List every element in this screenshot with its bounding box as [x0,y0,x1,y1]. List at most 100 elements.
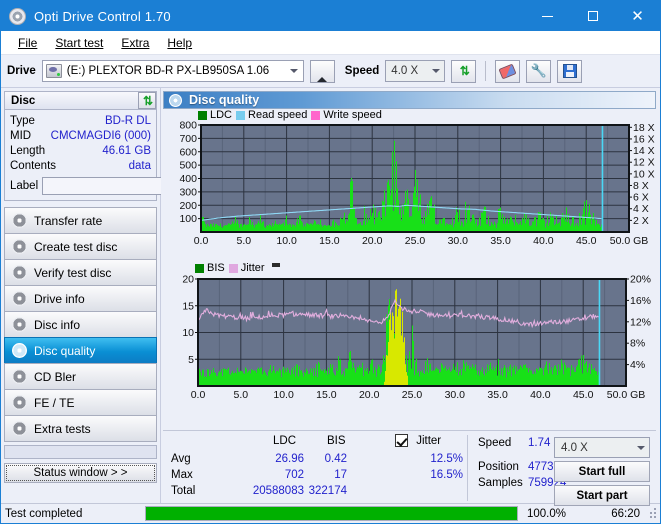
sidebar-item-disc-info[interactable]: Disc info [4,311,157,338]
svg-text:10 X: 10 X [633,168,655,180]
menu-extra-label: Extra [121,35,150,50]
erase-button[interactable] [495,59,521,83]
main-panel: Disc quality LDC Read speed Write speed … [161,88,660,506]
svg-text:12%: 12% [630,316,651,328]
legend-label: BIS [207,262,225,274]
svg-text:5.0: 5.0 [236,235,251,247]
svg-text:8%: 8% [630,338,645,350]
tools-button[interactable]: 🔧 [526,59,552,83]
sidebar-item-cd-bler[interactable]: CD Bler [4,363,157,390]
sidebar-item-create-test-disc[interactable]: Create test disc [4,233,157,260]
refresh-icon: ⇅ [142,93,153,108]
svg-text:400: 400 [179,173,197,185]
drive-label: Drive [7,65,36,77]
disc-quality-icon [169,93,182,107]
disc-icon [12,265,27,280]
sidebar-item-label: Disc quality [34,343,96,358]
legend-read-speed: Read speed [236,109,307,121]
stats-ldc-total: 20588083 [252,485,304,497]
disc-quality-header: Disc quality [163,91,656,109]
legend-bis: BIS [195,262,225,274]
test-speed-select[interactable]: 4.0 X [554,437,650,458]
stats-bis-max: 17 [334,469,347,481]
sidebar-item-verify-test-disc[interactable]: Verify test disc [4,259,157,286]
disc-icon [12,369,27,384]
disc-mid-value: CMCMAGDI6 (000) [50,129,151,142]
disc-row-contents: Contents data [10,158,151,173]
svg-text:700: 700 [179,133,197,145]
ldc-chart-canvas: 100200 300400500 600700800 2 X4 X6 X8 X10 X… [179,120,655,248]
jitter-checkbox[interactable] [395,434,408,447]
stats-ldc-max: 702 [284,469,304,481]
svg-text:200: 200 [179,200,197,212]
svg-text:600: 600 [179,146,197,158]
disc-row-mid: MID CMCMAGDI6 (000) [10,128,151,143]
drive-icon [45,64,62,78]
drive-select[interactable]: (E:) PLEXTOR BD-R PX-LB950SA 1.06 [41,60,304,82]
stats-jitter-max: 16.5% [430,469,463,481]
stats-row-max-label: Max [171,469,193,481]
legend-label: Write speed [323,109,382,121]
minimize-button[interactable] [525,1,570,31]
menu-extra[interactable]: Extra [112,33,158,53]
disc-label-row: Label [10,176,252,196]
svg-text:4%: 4% [630,359,645,371]
close-button[interactable]: ✕ [615,1,660,31]
disc-refresh-button[interactable]: ⇅ [138,92,156,109]
refresh-button[interactable]: ⇅ [451,59,477,83]
stats-header-bis: BIS [327,435,346,447]
progress-bar [145,506,518,521]
save-icon [562,64,577,78]
svg-text:40.0: 40.0 [530,389,551,401]
disc-icon [12,343,27,358]
sidebar-item-drive-info[interactable]: Drive info [4,285,157,312]
sidebar-spacer [4,445,157,459]
elapsed-time: 66:20 [611,507,640,520]
disc-type-value: BD-R DL [104,114,151,127]
eject-button[interactable] [309,59,335,83]
disc-icon [12,395,27,410]
drive-select-value: (E:) PLEXTOR BD-R PX-LB950SA 1.06 [66,65,270,77]
speed-select-value: 4.0 X [391,65,419,77]
sidebar-item-extra-tests[interactable]: Extra tests [4,415,157,442]
status-window-button[interactable]: Status window > > [4,463,157,483]
start-full-button[interactable]: Start full [554,461,650,482]
save-button[interactable] [557,59,583,83]
speed-select[interactable]: 4.0 X [385,60,446,82]
svg-text:0.0: 0.0 [191,389,206,401]
charts-container: LDC Read speed Write speed 100 200 300 400 5… [163,109,656,430]
svg-text:800: 800 [179,120,197,132]
menu-file[interactable]: File [9,33,46,53]
drive-chevron-down-icon [286,61,303,81]
svg-text:45.0: 45.0 [576,235,597,247]
svg-text:5: 5 [188,354,194,366]
start-part-button[interactable]: Start part [554,485,650,506]
menu-start-test[interactable]: Start test [46,33,112,53]
svg-text:20.0: 20.0 [359,389,380,401]
disc-row-type: Type BD-R DL [10,113,151,128]
sidebar-item-transfer-rate[interactable]: Transfer rate [4,207,157,234]
statistics-left: LDC BIS Avg 26.96 0.42 Max 702 17 Total … [167,434,467,501]
sidebar-item-label: Verify test disc [34,265,112,280]
page-title: Disc quality [189,93,260,107]
svg-text:500: 500 [179,160,197,172]
menu-help-label: Help [167,35,193,50]
disc-panel-title: Disc [11,94,36,107]
sidebar-item-disc-quality[interactable]: Disc quality [4,337,157,364]
sidebar-item-fe-te[interactable]: FE / TE [4,389,157,416]
bis-jitter-chart: BIS Jitter 5 10 15 20 4% 8% 12% 16% 20% 0.0 5.0 10.… [163,261,656,413]
resize-grip-icon[interactable] [646,508,658,520]
menu-help[interactable]: Help [158,33,201,53]
svg-text:100: 100 [179,213,197,225]
ldc-chart-legend: LDC Read speed Write speed [198,109,382,121]
disc-contents-value: data [128,159,151,172]
minimize-icon [542,15,553,17]
stats-header-ldc: LDC [273,435,297,447]
maximize-button[interactable] [570,1,615,31]
sidebar-item-label: Disc info [34,317,81,332]
svg-text:20.0: 20.0 [362,235,383,247]
svg-text:25.0: 25.0 [405,235,426,247]
svg-text:16%: 16% [630,295,651,307]
svg-text:20: 20 [182,274,194,286]
svg-text:10: 10 [182,327,194,339]
